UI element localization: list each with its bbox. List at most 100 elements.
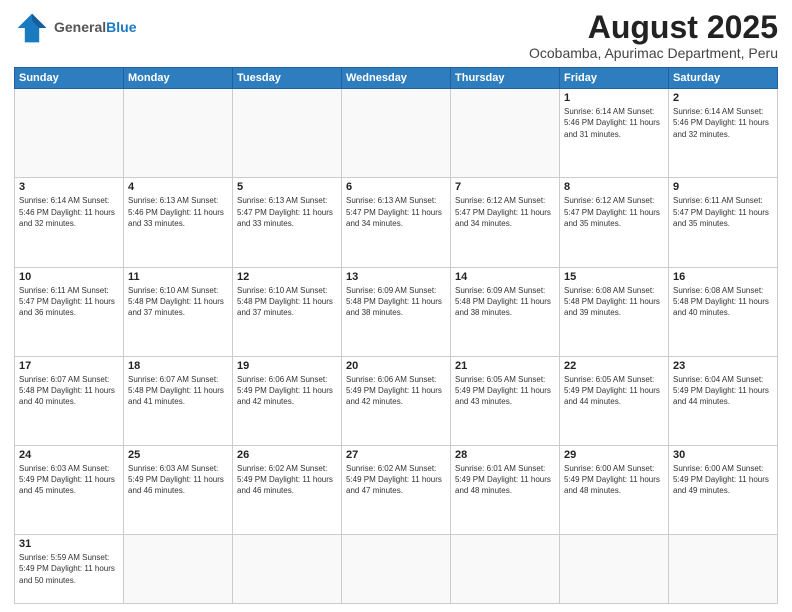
table-row bbox=[233, 89, 342, 178]
table-row: 2 Sunrise: 6:14 AM Sunset: 5:46 PM Daylig… bbox=[669, 89, 778, 178]
table-row: 10 Sunrise: 6:11 AM Sunset: 5:47 PM Dayli… bbox=[15, 267, 124, 356]
day-number: 5 bbox=[237, 181, 337, 193]
col-saturday: Saturday bbox=[669, 68, 778, 89]
table-row bbox=[233, 535, 342, 604]
logo-icon bbox=[14, 10, 50, 46]
day-number: 22 bbox=[564, 360, 664, 372]
table-row: 30Sunrise: 6:00 AM Sunset: 5:49 PM Dayli… bbox=[669, 446, 778, 535]
col-sunday: Sunday bbox=[15, 68, 124, 89]
table-row: 8 Sunrise: 6:12 AM Sunset: 5:47 PM Daylig… bbox=[560, 178, 669, 267]
day-number: 12 bbox=[237, 271, 337, 283]
table-row: 18Sunrise: 6:07 AM Sunset: 5:48 PM Dayli… bbox=[124, 356, 233, 445]
day-number: 21 bbox=[455, 360, 555, 372]
day-number: 27 bbox=[346, 449, 446, 461]
day-info: Sunrise: 6:05 AM Sunset: 5:49 PM Dayligh… bbox=[564, 374, 664, 408]
col-wednesday: Wednesday bbox=[342, 68, 451, 89]
table-row: 22 Sunrise: 6:05 AM Sunset: 5:49 PM Dayli… bbox=[560, 356, 669, 445]
table-row bbox=[124, 535, 233, 604]
day-info: Sunrise: 6:13 AM Sunset: 5:46 PM Dayligh… bbox=[128, 195, 228, 229]
day-number: 11 bbox=[128, 271, 228, 283]
day-info: Sunrise: 6:13 AM Sunset: 5:47 PM Dayligh… bbox=[346, 195, 446, 229]
day-number: 13 bbox=[346, 271, 446, 283]
day-number: 15 bbox=[564, 271, 664, 283]
day-info: Sunrise: 6:10 AM Sunset: 5:48 PM Dayligh… bbox=[237, 285, 337, 319]
day-info: Sunrise: 6:09 AM Sunset: 5:48 PM Dayligh… bbox=[346, 285, 446, 319]
table-row bbox=[342, 89, 451, 178]
table-row: 21Sunrise: 6:05 AM Sunset: 5:49 PM Dayli… bbox=[451, 356, 560, 445]
table-row: 23 Sunrise: 6:04 AM Sunset: 5:49 PM Dayli… bbox=[669, 356, 778, 445]
day-number: 16 bbox=[673, 271, 773, 283]
day-info: Sunrise: 6:11 AM Sunset: 5:47 PM Dayligh… bbox=[673, 195, 773, 229]
logo-text: GeneralBlue bbox=[54, 20, 136, 35]
col-monday: Monday bbox=[124, 68, 233, 89]
day-number: 4 bbox=[128, 181, 228, 193]
header: GeneralBlue August 2025 Ocobamba, Apurim… bbox=[14, 10, 778, 61]
day-number: 30 bbox=[673, 449, 773, 461]
table-row: 31 Sunrise: 5:59 AM Sunset: 5:49 PM Dayli… bbox=[15, 535, 124, 604]
logo: GeneralBlue bbox=[14, 10, 136, 46]
day-info: Sunrise: 6:08 AM Sunset: 5:48 PM Dayligh… bbox=[564, 285, 664, 319]
table-row bbox=[451, 89, 560, 178]
table-row: 12 Sunrise: 6:10 AM Sunset: 5:48 PM Dayli… bbox=[233, 267, 342, 356]
table-row bbox=[669, 535, 778, 604]
logo-general: General bbox=[54, 19, 106, 35]
table-row bbox=[560, 535, 669, 604]
day-info: Sunrise: 6:02 AM Sunset: 5:49 PM Dayligh… bbox=[237, 463, 337, 497]
day-number: 17 bbox=[19, 360, 119, 372]
col-thursday: Thursday bbox=[451, 68, 560, 89]
table-row: 20 Sunrise: 6:06 AM Sunset: 5:49 PM Dayli… bbox=[342, 356, 451, 445]
table-row: 14Sunrise: 6:09 AM Sunset: 5:48 PM Dayli… bbox=[451, 267, 560, 356]
day-info: Sunrise: 6:07 AM Sunset: 5:48 PM Dayligh… bbox=[128, 374, 228, 408]
table-row: 26Sunrise: 6:02 AM Sunset: 5:49 PM Dayli… bbox=[233, 446, 342, 535]
day-info: Sunrise: 6:12 AM Sunset: 5:47 PM Dayligh… bbox=[455, 195, 555, 229]
table-row: 29Sunrise: 6:00 AM Sunset: 5:49 PM Dayli… bbox=[560, 446, 669, 535]
day-info: Sunrise: 6:03 AM Sunset: 5:49 PM Dayligh… bbox=[19, 463, 119, 497]
calendar-subtitle: Ocobamba, Apurimac Department, Peru bbox=[529, 45, 778, 61]
day-info: Sunrise: 6:01 AM Sunset: 5:49 PM Dayligh… bbox=[455, 463, 555, 497]
day-number: 24 bbox=[19, 449, 119, 461]
day-number: 31 bbox=[19, 538, 119, 550]
day-info: Sunrise: 6:08 AM Sunset: 5:48 PM Dayligh… bbox=[673, 285, 773, 319]
day-info: Sunrise: 6:07 AM Sunset: 5:48 PM Dayligh… bbox=[19, 374, 119, 408]
day-number: 8 bbox=[564, 181, 664, 193]
page: GeneralBlue August 2025 Ocobamba, Apurim… bbox=[0, 0, 792, 612]
table-row: 17 Sunrise: 6:07 AM Sunset: 5:48 PM Dayli… bbox=[15, 356, 124, 445]
table-row bbox=[342, 535, 451, 604]
table-row: 25Sunrise: 6:03 AM Sunset: 5:49 PM Dayli… bbox=[124, 446, 233, 535]
day-info: Sunrise: 6:12 AM Sunset: 5:47 PM Dayligh… bbox=[564, 195, 664, 229]
day-number: 3 bbox=[19, 181, 119, 193]
table-row bbox=[15, 89, 124, 178]
day-number: 19 bbox=[237, 360, 337, 372]
day-info: Sunrise: 6:03 AM Sunset: 5:49 PM Dayligh… bbox=[128, 463, 228, 497]
day-number: 28 bbox=[455, 449, 555, 461]
col-tuesday: Tuesday bbox=[233, 68, 342, 89]
table-row: 27Sunrise: 6:02 AM Sunset: 5:49 PM Dayli… bbox=[342, 446, 451, 535]
calendar-table: Sunday Monday Tuesday Wednesday Thursday… bbox=[14, 67, 778, 604]
day-info: Sunrise: 6:04 AM Sunset: 5:49 PM Dayligh… bbox=[673, 374, 773, 408]
day-info: Sunrise: 6:10 AM Sunset: 5:48 PM Dayligh… bbox=[128, 285, 228, 319]
day-info: Sunrise: 6:09 AM Sunset: 5:48 PM Dayligh… bbox=[455, 285, 555, 319]
table-row: 11 Sunrise: 6:10 AM Sunset: 5:48 PM Dayli… bbox=[124, 267, 233, 356]
table-row: 19Sunrise: 6:06 AM Sunset: 5:49 PM Dayli… bbox=[233, 356, 342, 445]
day-info: Sunrise: 6:11 AM Sunset: 5:47 PM Dayligh… bbox=[19, 285, 119, 319]
day-number: 6 bbox=[346, 181, 446, 193]
table-row: 5 Sunrise: 6:13 AM Sunset: 5:47 PM Daylig… bbox=[233, 178, 342, 267]
day-number: 10 bbox=[19, 271, 119, 283]
day-number: 9 bbox=[673, 181, 773, 193]
day-info: Sunrise: 6:00 AM Sunset: 5:49 PM Dayligh… bbox=[564, 463, 664, 497]
table-row: 6 Sunrise: 6:13 AM Sunset: 5:47 PM Daylig… bbox=[342, 178, 451, 267]
calendar-title: August 2025 bbox=[529, 10, 778, 45]
day-number: 23 bbox=[673, 360, 773, 372]
table-row: 9 Sunrise: 6:11 AM Sunset: 5:47 PM Daylig… bbox=[669, 178, 778, 267]
day-info: Sunrise: 6:13 AM Sunset: 5:47 PM Dayligh… bbox=[237, 195, 337, 229]
table-row bbox=[451, 535, 560, 604]
col-friday: Friday bbox=[560, 68, 669, 89]
day-info: Sunrise: 6:14 AM Sunset: 5:46 PM Dayligh… bbox=[564, 106, 664, 140]
day-info: Sunrise: 6:14 AM Sunset: 5:46 PM Dayligh… bbox=[673, 106, 773, 140]
day-info: Sunrise: 5:59 AM Sunset: 5:49 PM Dayligh… bbox=[19, 552, 119, 586]
logo-blue: Blue bbox=[106, 19, 136, 35]
day-info: Sunrise: 6:06 AM Sunset: 5:49 PM Dayligh… bbox=[346, 374, 446, 408]
day-number: 20 bbox=[346, 360, 446, 372]
table-row: 15 Sunrise: 6:08 AM Sunset: 5:48 PM Dayli… bbox=[560, 267, 669, 356]
day-number: 2 bbox=[673, 92, 773, 104]
